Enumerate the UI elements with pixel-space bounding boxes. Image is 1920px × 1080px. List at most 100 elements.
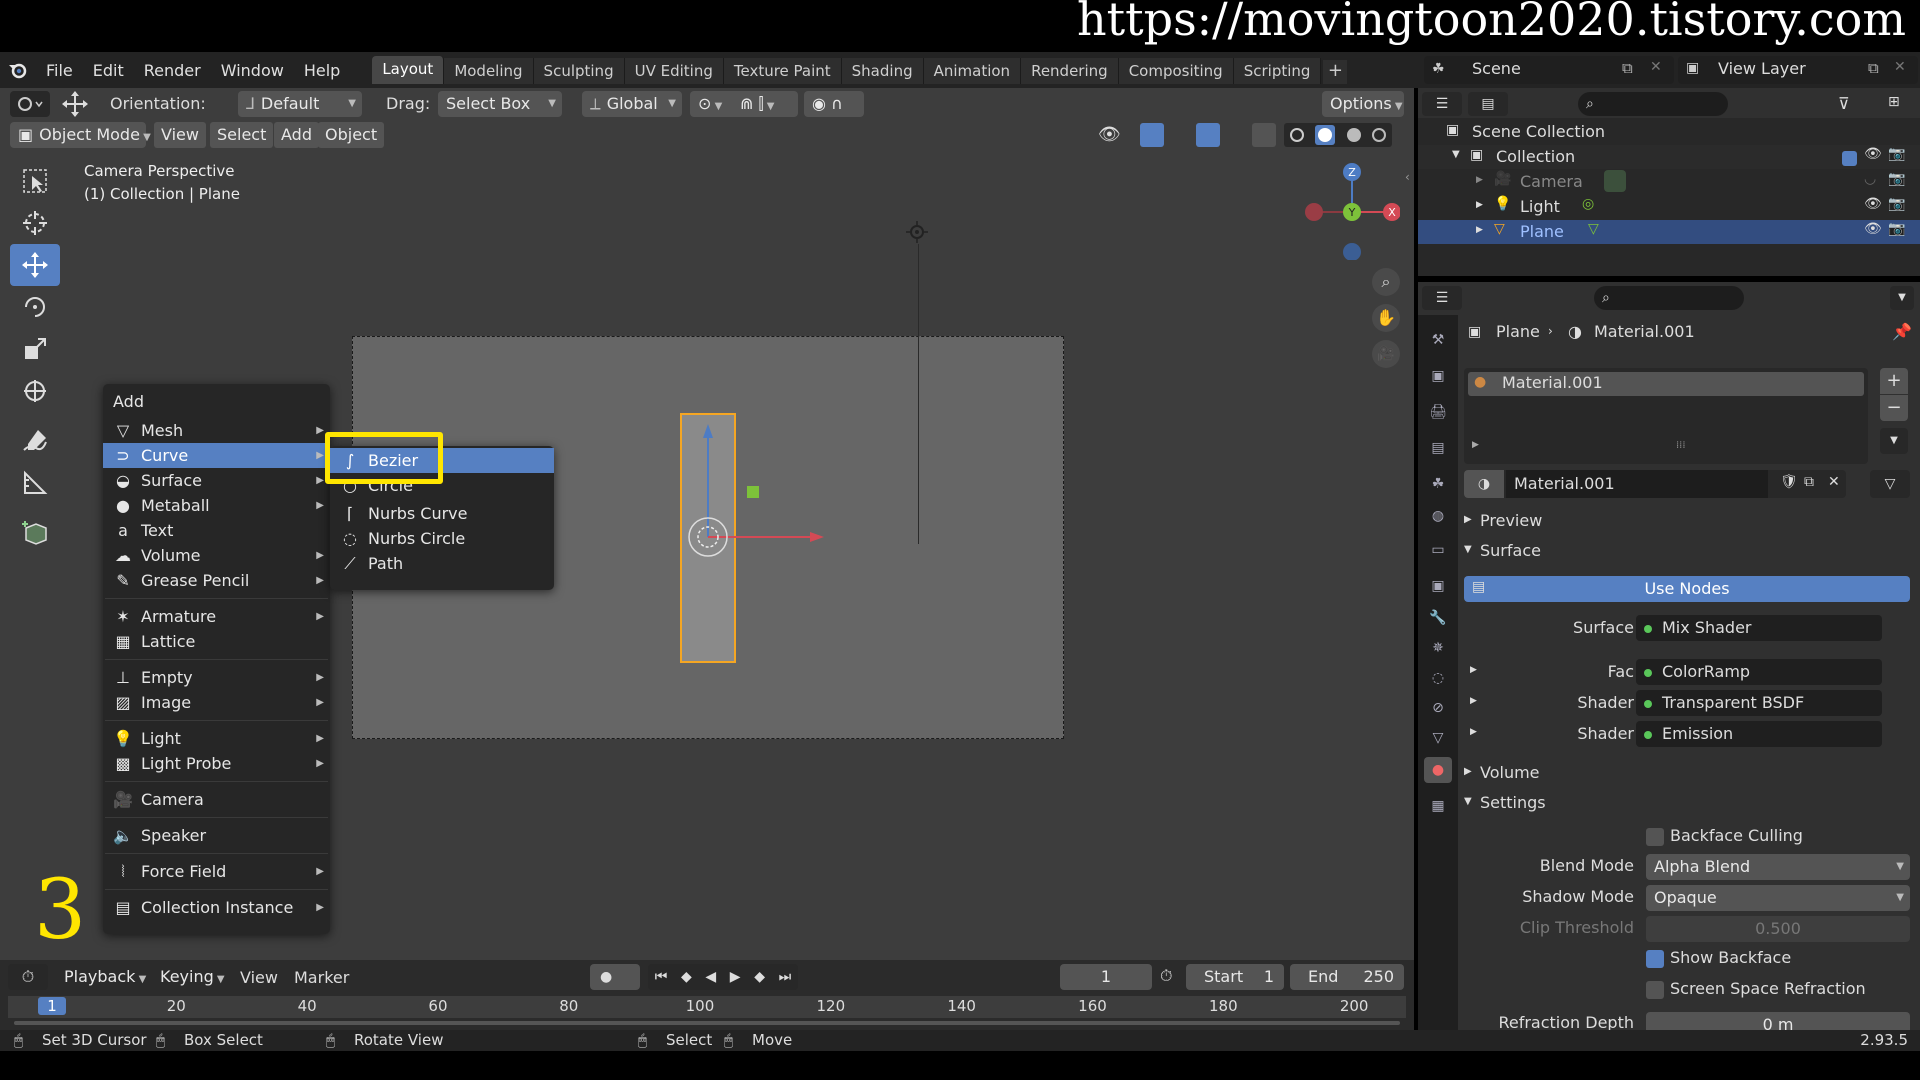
proportional-editing-toggle[interactable]: ◉ ∩	[804, 91, 864, 117]
screen-space-refraction-checkbox[interactable]: Screen Space Refraction	[1646, 979, 1866, 999]
expanded-arrow-icon[interactable]: ▼	[1464, 544, 1472, 555]
eye-icon[interactable]: 👁	[1864, 146, 1882, 162]
shader-link-field[interactable]: Emission	[1636, 721, 1882, 747]
material-slot-row[interactable]: ● Material.001	[1468, 372, 1864, 396]
menu-file[interactable]: File	[36, 61, 83, 80]
snap-toggle[interactable]: ⋒ ⫿ ▼	[732, 91, 798, 117]
tab-texture-paint[interactable]: Texture Paint	[723, 58, 842, 84]
tab-layout[interactable]: Layout	[372, 56, 445, 84]
properties-search-input[interactable]: ⌕	[1594, 286, 1744, 310]
wireframe-shading-icon[interactable]	[1289, 128, 1304, 142]
settings-panel-header[interactable]: Settings	[1480, 793, 1546, 812]
material-name-field[interactable]: Material.001	[1506, 470, 1768, 498]
auto-keying-toggle[interactable]: ●	[590, 964, 640, 990]
viewport-menu-object[interactable]: Object	[318, 122, 385, 148]
physics-tab-icon[interactable]: ◌	[1424, 665, 1452, 691]
add-menu-item-camera[interactable]: 🎥 Camera	[103, 787, 330, 812]
object-tab-icon[interactable]: ▣	[1424, 573, 1452, 599]
add-menu-item-armature[interactable]: ✶ Armature ▶	[103, 604, 330, 629]
modifier-tab-icon[interactable]: 🔧	[1424, 605, 1452, 631]
expand-arrow-icon[interactable]: ▼	[1452, 149, 1460, 160]
collapse-sidebar-icon[interactable]: ‹	[1405, 170, 1410, 184]
tab-uv-editing[interactable]: UV Editing	[624, 58, 724, 84]
chevron-down-icon[interactable]: ▼	[1890, 286, 1914, 310]
expand-arrow-icon[interactable]: ▶	[1472, 440, 1479, 450]
add-menu-item-volume[interactable]: ☁ Volume ▶	[103, 543, 330, 568]
collection-checkbox[interactable]	[1842, 151, 1857, 166]
outliner-editor-type-icon[interactable]: ☰	[1422, 92, 1462, 116]
world-tab-icon[interactable]: ◍	[1424, 503, 1452, 529]
outliner-search-input[interactable]: ⌕	[1578, 92, 1728, 116]
add-menu-item-surface[interactable]: ◒ Surface ▶	[103, 468, 330, 493]
surface-panel-header[interactable]: Surface	[1480, 541, 1541, 560]
current-frame-field[interactable]: 1	[1060, 964, 1152, 990]
cursor-tool[interactable]	[10, 202, 60, 244]
new-scene-icon[interactable]: ⧉	[1622, 59, 1633, 77]
add-menu-item-metaball[interactable]: ● Metaball ▶	[103, 493, 330, 518]
add-menu-item-image[interactable]: ▨ Image ▶	[103, 690, 330, 715]
eye-icon[interactable]: 👁	[1864, 221, 1882, 237]
scene-tab-icon[interactable]: ☘	[1424, 471, 1452, 497]
add-cube-tool[interactable]	[10, 512, 60, 554]
timeline-menu-keying[interactable]: Keying ▼	[152, 964, 233, 990]
zoom-icon[interactable]: ⌕	[1372, 268, 1400, 296]
material-shading-icon[interactable]	[1346, 128, 1361, 142]
curve-item-nurbs-circle[interactable]: ◌ Nurbs Circle	[330, 526, 554, 551]
expanded-arrow-icon[interactable]: ▼	[1464, 796, 1472, 807]
render-camera-icon[interactable]: 📷	[1888, 146, 1905, 162]
collapsed-arrow-icon[interactable]: ▶	[1464, 766, 1472, 777]
measure-tool[interactable]	[10, 462, 60, 504]
add-menu-item-light[interactable]: 💡 Light ▶	[103, 726, 330, 751]
particles-tab-icon[interactable]: ✵	[1424, 635, 1452, 661]
viewport-menu-add[interactable]: Add	[274, 122, 319, 148]
expand-arrow-icon[interactable]: ▶	[1476, 175, 1483, 185]
material-tab-icon[interactable]: ●	[1424, 757, 1452, 783]
unlink-material-icon[interactable]: ✕	[1828, 474, 1840, 490]
new-collection-icon[interactable]: ⊞	[1888, 94, 1900, 110]
rendered-shading-icon[interactable]	[1372, 128, 1387, 142]
add-workspace-button[interactable]: +	[1323, 60, 1348, 84]
options-dropdown[interactable]: Options ▼	[1322, 91, 1404, 117]
light-object-icon[interactable]	[905, 220, 929, 244]
properties-editor-type-icon[interactable]: ☰	[1422, 286, 1462, 310]
blender-logo-icon[interactable]	[0, 61, 36, 79]
viewport-menu-select[interactable]: Select	[210, 122, 274, 148]
timeline-scrollbar[interactable]	[8, 1018, 1406, 1028]
duplicate-material-icon[interactable]: ⧉	[1804, 474, 1814, 490]
visibility-icon[interactable]: 👁	[1098, 124, 1121, 145]
expand-arrow-icon[interactable]: ▶	[1476, 225, 1483, 235]
pin-icon[interactable]: 📌	[1892, 322, 1912, 341]
gizmo-toggle-icon[interactable]	[1140, 123, 1164, 147]
eye-icon[interactable]: 👁	[1864, 196, 1882, 212]
shader-link-field[interactable]: Mix Shader	[1636, 615, 1882, 641]
use-nodes-button[interactable]: ▤ Use Nodes	[1464, 576, 1910, 602]
preview-panel-header[interactable]: Preview	[1480, 511, 1542, 530]
play-icon[interactable]: ▶	[730, 969, 741, 985]
tab-sculpting[interactable]: Sculpting	[533, 58, 625, 84]
outliner-row-light[interactable]: ▶ 💡 Light ◎ 👁 📷	[1418, 195, 1920, 219]
tab-modeling[interactable]: Modeling	[444, 58, 534, 84]
collapsed-arrow-icon[interactable]: ▶	[1464, 514, 1472, 525]
solid-shading-icon[interactable]	[1315, 125, 1336, 145]
add-menu-item-text[interactable]: a Text	[103, 518, 330, 543]
slot-specials-button[interactable]: ▼	[1880, 428, 1908, 454]
annotate-tool[interactable]	[10, 420, 60, 462]
outliner-row-camera[interactable]: ▶ 🎥 Camera ◡ 📷	[1418, 170, 1920, 194]
add-menu-item-force-field[interactable]: ⦚ Force Field ▶	[103, 859, 330, 884]
shader-link-field[interactable]: ColorRamp	[1636, 659, 1882, 685]
menu-render[interactable]: Render	[134, 61, 211, 80]
drag-dropdown[interactable]: Select Box ▼	[438, 91, 562, 117]
add-menu-item-mesh[interactable]: ▽ Mesh ▶	[103, 418, 330, 443]
remove-slot-button[interactable]: −	[1880, 395, 1908, 421]
eye-hidden-icon[interactable]: ◡	[1864, 171, 1876, 187]
render-camera-icon[interactable]: 📷	[1888, 221, 1905, 237]
tab-scripting[interactable]: Scripting	[1233, 58, 1322, 84]
output-tab-icon[interactable]: 🖨	[1424, 399, 1452, 425]
next-keyframe-icon[interactable]: ◆	[754, 969, 765, 985]
delete-view-layer-icon[interactable]: ✕	[1894, 59, 1906, 75]
curve-item-path[interactable]: ⟋ Path	[330, 551, 554, 576]
display-mode-icon[interactable]: ▤	[1468, 92, 1508, 116]
end-frame-field[interactable]: End 250	[1290, 964, 1404, 990]
mode-dropdown[interactable]: ▣ Object Mode ▼	[10, 122, 151, 148]
overlays-toggle-icon[interactable]	[1196, 123, 1220, 147]
